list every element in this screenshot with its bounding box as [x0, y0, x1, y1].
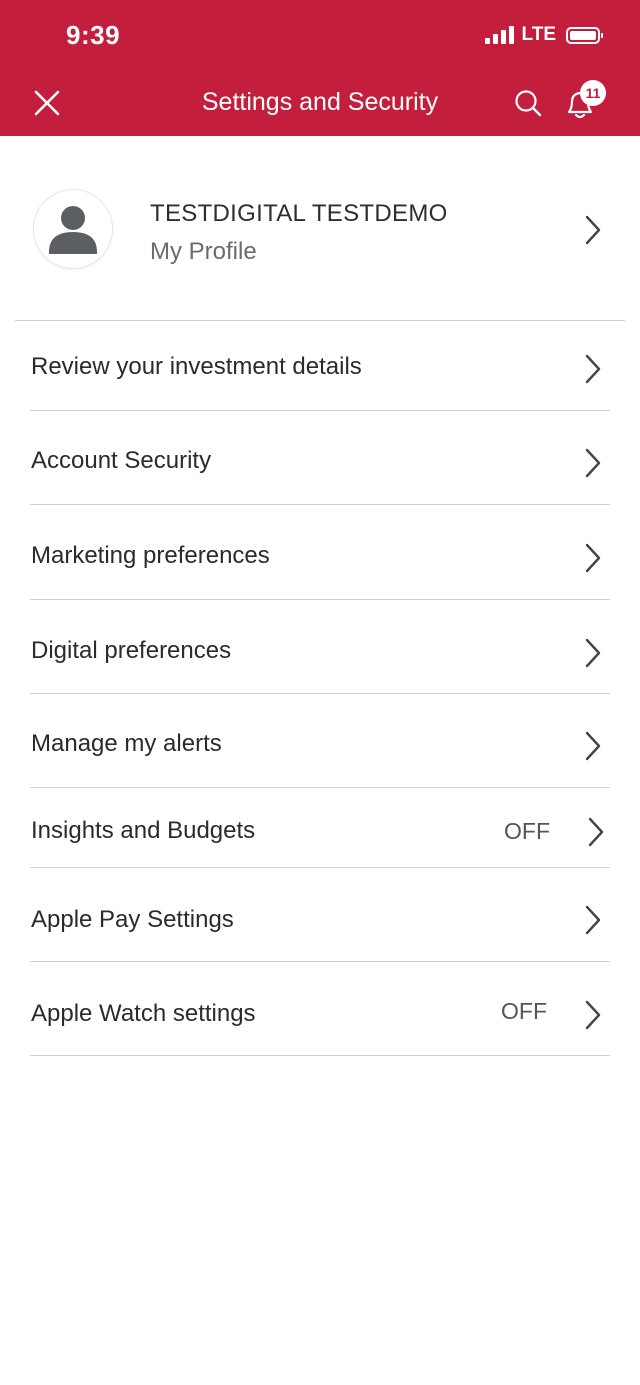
search-icon — [515, 90, 542, 117]
signal-icon — [484, 26, 514, 44]
menu-item-label: Review your investment details — [31, 353, 362, 380]
menu-item-label: Marketing preferences — [31, 542, 270, 569]
menu-item-investment-details[interactable]: Review your investment details — [0, 321, 640, 411]
chevron-right-icon — [585, 543, 601, 573]
user-icon — [49, 206, 97, 254]
menu-item-account-security[interactable]: Account Security — [0, 411, 640, 505]
status-value: OFF — [501, 998, 547, 1024]
menu-item-manage-alerts[interactable]: Manage my alerts — [0, 694, 640, 788]
app-header: 9:39 LTE Settings and Security 11 — [0, 0, 640, 136]
profile-name: TESTDIGITAL TESTDEMO — [150, 200, 448, 227]
menu-item-label: Account Security — [31, 447, 212, 474]
menu-item-apple-watch[interactable]: Apple Watch settings OFF — [0, 962, 640, 1056]
menu-item-label: Apple Pay Settings — [31, 906, 234, 933]
battery-icon — [566, 26, 603, 44]
menu-item-apple-pay[interactable]: Apple Pay Settings — [0, 868, 640, 962]
menu-item-marketing-preferences[interactable]: Marketing preferences — [0, 505, 640, 600]
status-indicators: LTE — [484, 24, 603, 46]
chevron-right-icon — [585, 354, 601, 384]
chevron-right-icon — [585, 638, 601, 668]
chevron-right-icon — [585, 448, 601, 478]
status-value: OFF — [504, 818, 550, 844]
profile-row[interactable]: TESTDIGITAL TESTDEMO My Profile — [0, 136, 640, 321]
chevron-right-icon — [585, 905, 601, 935]
network-type: LTE — [521, 24, 556, 45]
menu-item-label: Manage my alerts — [31, 730, 222, 757]
chevron-right-icon — [585, 215, 601, 245]
menu-item-digital-preferences[interactable]: Digital preferences — [0, 600, 640, 694]
search-button[interactable] — [512, 87, 544, 119]
chevron-right-icon — [588, 817, 604, 847]
page-title: Settings and Security — [201, 88, 439, 116]
profile-subtitle: My Profile — [150, 238, 257, 265]
status-time: 9:39 — [66, 20, 121, 50]
notification-badge: 11 — [580, 80, 606, 106]
avatar — [34, 190, 112, 268]
chevron-right-icon — [585, 1000, 601, 1030]
menu-item-label: Digital preferences — [31, 637, 232, 664]
menu-item-insights-budgets[interactable]: Insights and Budgets OFF — [0, 788, 640, 868]
menu-item-label: Apple Watch settings — [31, 1000, 256, 1027]
divider — [30, 1055, 610, 1056]
menu-item-label: Insights and Budgets — [31, 817, 256, 844]
chevron-right-icon — [585, 731, 601, 761]
